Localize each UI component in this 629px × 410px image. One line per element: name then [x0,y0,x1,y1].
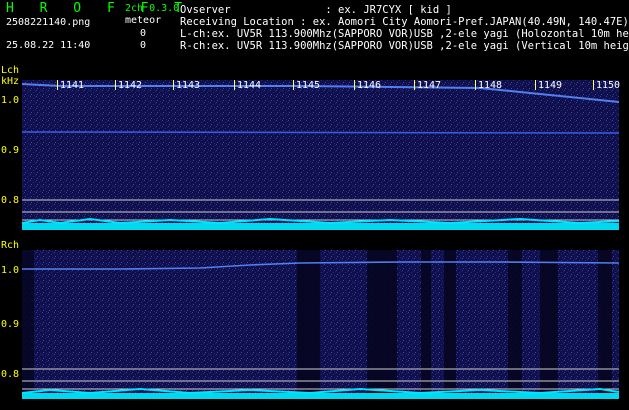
time-tick-1144: 1144 [237,80,262,91]
time-tick-mark [535,80,536,90]
time-tick-mark [57,80,58,90]
time-tick-1145: 1145 [296,80,321,91]
time-tick-1150: 1150 [596,80,621,91]
time-tick-mark [115,80,116,90]
lch-spectrogram [21,80,620,230]
time-tick-1141: 1141 [60,80,85,91]
time-tick-mark [234,80,235,90]
time-tick-1148: 1148 [478,80,503,91]
lch-ytick-1: 1.0 [1,95,20,106]
lch-ytick-3: 0.8 [1,195,20,206]
rch-ytick-1: 1.0 [1,265,20,276]
time-tick-1149: 1149 [538,80,563,91]
spectrogram-display [21,80,620,399]
time-tick-mark [173,80,174,90]
time-tick-1146: 1146 [357,80,382,91]
time-tick-1147: 1147 [417,80,442,91]
rch-spectrogram [21,250,620,399]
time-tick-1143: 1143 [176,80,201,91]
time-tick-mark [354,80,355,90]
rch-label: Rch [1,240,20,251]
time-tick-mark [414,80,415,90]
rch-ytick-2: 0.9 [1,319,20,330]
rch-ytick-3: 0.8 [1,369,20,380]
time-tick-mark [475,80,476,90]
time-tick-mark [593,80,594,90]
lch-label: Lch [1,65,20,76]
lch-unit-label: kHz [1,76,20,87]
time-tick-mark [293,80,294,90]
lch-ytick-2: 0.9 [1,145,20,156]
time-tick-1142: 1142 [118,80,143,91]
